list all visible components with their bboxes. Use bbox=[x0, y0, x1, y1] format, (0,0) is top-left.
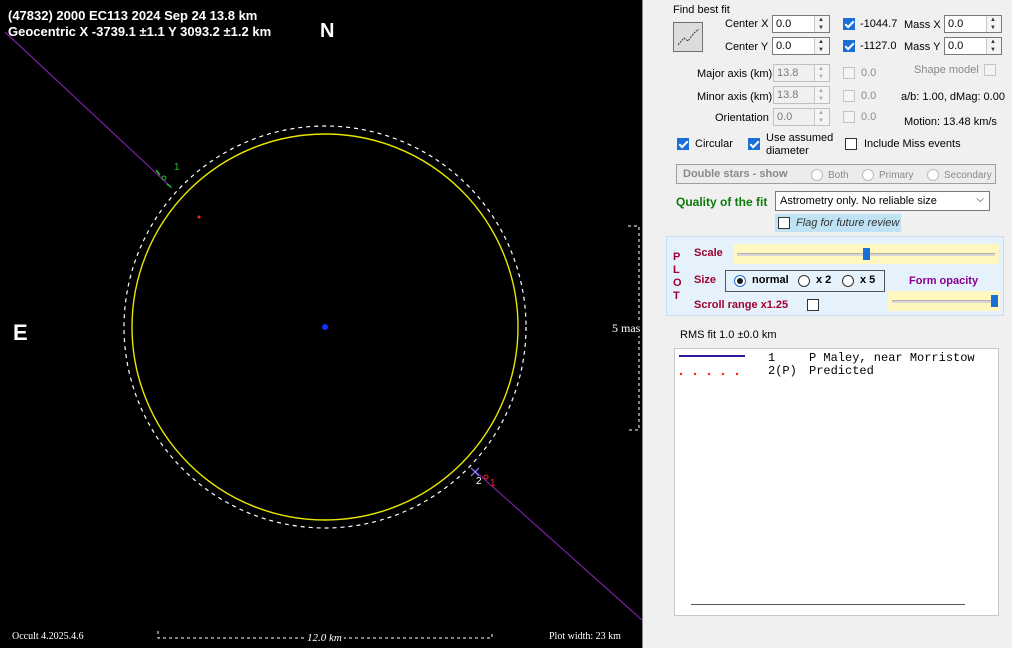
occultation-plot: 1 2 1 bbox=[4, 31, 642, 639]
mass-x-checkbox[interactable] bbox=[843, 18, 855, 30]
legend-row-2-num: 2(P) bbox=[768, 364, 797, 378]
chord-line-observer-1-upper bbox=[4, 31, 173, 189]
quality-of-fit-label: Quality of the fit bbox=[676, 195, 768, 209]
minor-axis-label: Minor axis (km) bbox=[697, 91, 773, 103]
quality-of-fit-value: Astrometry only. No reliable size bbox=[780, 195, 937, 207]
north-label: N bbox=[320, 20, 335, 42]
use-assumed-diameter-label: Use assumed diameter bbox=[766, 132, 834, 157]
plot-side-label: PLOT bbox=[673, 251, 682, 302]
mas-scale-label: 5 mas bbox=[612, 321, 641, 336]
orientation-check-value: 0.0 bbox=[861, 111, 877, 123]
size-normal-label: normal bbox=[752, 274, 789, 286]
center-point bbox=[322, 324, 328, 330]
include-miss-label: Include Miss events bbox=[864, 138, 961, 150]
size-x2-label: x 2 bbox=[816, 274, 832, 286]
ab-dmag-label: a/b: 1.00, dMag: 0.00 bbox=[901, 91, 1005, 103]
chord-label-1-lower: 1 bbox=[490, 478, 496, 489]
double-stars-primary-radio[interactable] bbox=[862, 169, 874, 181]
predicted-point bbox=[197, 215, 201, 219]
quality-of-fit-select[interactable]: Astrometry only. No reliable size ⌵ bbox=[775, 191, 990, 211]
plot-geocentric: Geocentric X -3739.1 ±1.1 Y 3093.2 ±1.2 … bbox=[8, 24, 272, 39]
major-axis-checkbox[interactable] bbox=[843, 67, 855, 79]
double-stars-both-label: Both bbox=[828, 170, 849, 181]
legend-scrollbar[interactable] bbox=[691, 604, 965, 605]
major-axis-label: Major axis (km) bbox=[697, 68, 773, 80]
chord-label-2: 2 bbox=[476, 476, 482, 487]
find-best-fit-label: Find best fit bbox=[673, 4, 730, 16]
mass-y-checkbox[interactable] bbox=[843, 40, 855, 52]
double-stars-secondary-radio[interactable] bbox=[927, 169, 939, 181]
form-opacity-label: Form opacity bbox=[909, 275, 979, 287]
major-axis-check-value: 0.0 bbox=[861, 67, 877, 79]
orientation-checkbox[interactable] bbox=[843, 111, 855, 123]
chevron-down-icon: ⌵ bbox=[976, 194, 984, 205]
minor-axis-checkbox[interactable] bbox=[843, 90, 855, 102]
scale-label: Scale bbox=[694, 247, 723, 259]
mass-x-label: Mass X bbox=[904, 19, 941, 31]
size-normal-radio[interactable] bbox=[734, 275, 746, 287]
motion-label: Motion: 13.48 km/s bbox=[904, 116, 997, 128]
legend-row-2-text: Predicted bbox=[809, 364, 874, 378]
chord-end-marker bbox=[161, 175, 167, 181]
major-axis-input[interactable]: ▲▼ bbox=[773, 64, 830, 82]
double-stars-both-radio[interactable] bbox=[811, 169, 823, 181]
flag-review-label: Flag for future review bbox=[796, 217, 900, 229]
east-label: E bbox=[13, 320, 28, 345]
km-scale-label: 12.0 km bbox=[305, 632, 344, 644]
double-stars-label: Double stars - show bbox=[683, 168, 788, 180]
plot-width-label: Plot width: 23 km bbox=[549, 631, 621, 642]
observer-legend: 1 P Maley, near Morristow 2(P) Predicted bbox=[674, 348, 999, 616]
scroll-range-checkbox[interactable] bbox=[807, 299, 819, 311]
chord-end-marker bbox=[483, 474, 489, 480]
double-stars-secondary-label: Secondary bbox=[944, 170, 992, 181]
legend-row-1-num: 1 bbox=[768, 351, 776, 365]
opacity-slider-thumb[interactable] bbox=[991, 295, 998, 307]
legend-dots-predicted bbox=[679, 367, 749, 376]
use-assumed-diameter-checkbox[interactable] bbox=[748, 138, 760, 150]
scale-slider-thumb[interactable] bbox=[863, 248, 870, 260]
include-miss-checkbox[interactable] bbox=[845, 138, 857, 150]
legend-line-observed bbox=[679, 355, 745, 357]
mass-y-label: Mass Y bbox=[904, 41, 941, 53]
scale-slider[interactable] bbox=[733, 244, 999, 264]
chord-line-observer-1-lower bbox=[473, 469, 642, 621]
size-label: Size bbox=[694, 274, 717, 286]
plot-options-panel: PLOT Scale Size normal x 2 x 5 Form opac… bbox=[666, 236, 1004, 316]
chord-label-1: 1 bbox=[174, 162, 180, 173]
fit-chart-icon bbox=[677, 28, 700, 46]
center-y-input[interactable]: ▲▼ bbox=[772, 37, 830, 55]
circular-checkbox[interactable] bbox=[677, 138, 689, 150]
find-best-fit-button[interactable] bbox=[673, 22, 703, 52]
center-x-input[interactable]: ▲▼ bbox=[772, 15, 830, 33]
opacity-slider[interactable] bbox=[888, 291, 1000, 311]
mass-x-number: -1044.7 bbox=[860, 18, 898, 30]
orientation-label: Orientation bbox=[715, 112, 769, 124]
legend-row-1-text: P Maley, near Morristow bbox=[809, 351, 975, 365]
size-x2-radio[interactable] bbox=[798, 275, 810, 287]
version-label: Occult 4.2025.4.6 bbox=[12, 631, 84, 642]
shape-model-checkbox[interactable] bbox=[984, 64, 996, 76]
center-y-label: Center Y bbox=[725, 41, 769, 53]
circular-label: Circular bbox=[695, 138, 733, 150]
double-stars-primary-label: Primary bbox=[879, 170, 914, 181]
shape-model-label: Shape model bbox=[914, 64, 979, 76]
rms-fit-label: RMS fit 1.0 ±0.0 km bbox=[680, 329, 777, 341]
scroll-range-label: Scroll range x1.25 bbox=[694, 299, 789, 311]
mass-y-input[interactable]: ▲▼ bbox=[944, 37, 1002, 55]
center-x-label: Center X bbox=[725, 18, 769, 30]
orientation-input[interactable]: ▲▼ bbox=[773, 108, 830, 126]
size-x5-label: x 5 bbox=[860, 274, 876, 286]
plot-area[interactable]: 1 2 1 (47832) 2000 EC113 2024 Sep 24 13.… bbox=[0, 0, 643, 648]
mass-x-input[interactable]: ▲▼ bbox=[944, 15, 1002, 33]
mass-y-number: -1127.0 bbox=[860, 40, 897, 52]
plot-title: (47832) 2000 EC113 2024 Sep 24 13.8 km bbox=[8, 8, 258, 23]
minor-axis-input[interactable]: ▲▼ bbox=[773, 86, 830, 104]
flag-review-checkbox[interactable] bbox=[778, 217, 790, 229]
minor-axis-check-value: 0.0 bbox=[861, 90, 877, 102]
size-x5-radio[interactable] bbox=[842, 275, 854, 287]
